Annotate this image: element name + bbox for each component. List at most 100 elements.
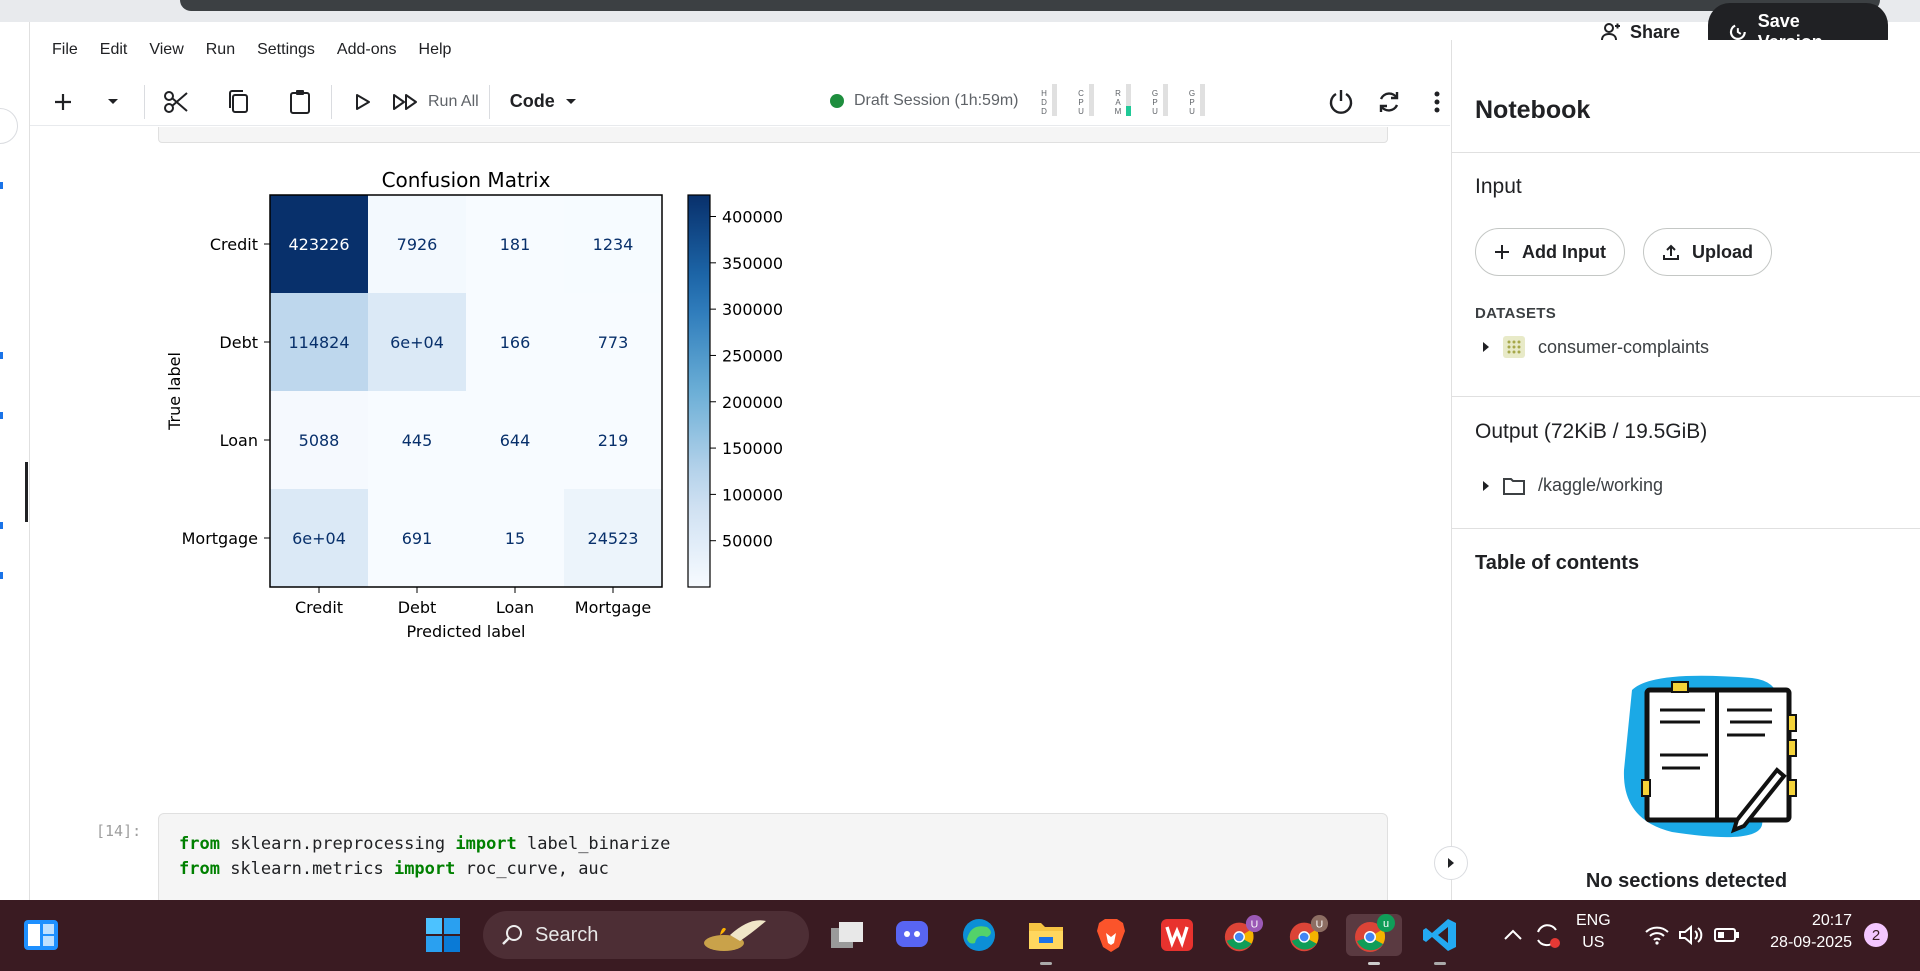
toc-heading: Table of contents: [1475, 552, 1640, 574]
chrome-profile-button[interactable]: U: [1287, 914, 1329, 956]
nav-item-marker[interactable]: [0, 352, 3, 359]
restart-button[interactable]: [1368, 82, 1410, 122]
wps-icon: [1161, 919, 1193, 951]
task-view-icon: [831, 922, 863, 948]
windows-logo-icon: [426, 918, 460, 952]
notebook-content[interactable]: Confusion Matrix 423226 7926 181 1234 114824 6…: [30, 127, 1450, 900]
discord-button[interactable]: [891, 914, 933, 956]
language-indicator[interactable]: ENG US: [1576, 910, 1611, 954]
start-button[interactable]: [422, 914, 464, 956]
panel-collapse-button[interactable]: [1434, 846, 1468, 880]
task-view-button[interactable]: [826, 914, 868, 956]
menu-run[interactable]: Run: [206, 41, 235, 59]
resource-meter: G P U: [1188, 84, 1205, 116]
profile-badge: U: [1251, 918, 1259, 930]
upload-button[interactable]: Upload: [1643, 228, 1772, 276]
no-sections-message: No sections detected: [1585, 870, 1788, 892]
colorbar-tick-label: 400000: [722, 208, 783, 227]
create-button[interactable]: [0, 108, 18, 144]
run-cell-button[interactable]: [342, 82, 384, 122]
nav-item-marker[interactable]: [0, 412, 3, 419]
caret-right-icon: [1483, 480, 1489, 491]
cell-value-label: 24523: [588, 529, 639, 548]
notebook-side-panel: Notebook Input Add Input Upload DATASETS…: [1434, 40, 1920, 900]
menu-help[interactable]: Help: [419, 41, 452, 59]
empty-notebook-illustration: [1612, 660, 1832, 855]
vscode-button[interactable]: [1419, 914, 1461, 956]
resource-meter-track: [1089, 84, 1094, 116]
menu-view[interactable]: View: [149, 41, 183, 59]
menu-bar: File Edit View Run Settings Add-ons Help: [30, 22, 1450, 78]
caret-down-icon: [565, 98, 576, 104]
add-input-label: Add Input: [1522, 241, 1606, 262]
file-explorer-button[interactable]: [1025, 914, 1067, 956]
notification-count-badge[interactable]: 2: [1864, 923, 1888, 947]
copy-icon: [229, 89, 248, 113]
edge-button[interactable]: [958, 914, 1000, 956]
battery-button[interactable]: [1706, 914, 1748, 956]
nav-item-marker[interactable]: [0, 182, 3, 189]
add-input-button[interactable]: Add Input: [1475, 228, 1625, 276]
wps-office-button[interactable]: [1156, 914, 1198, 956]
output-path: /kaggle/working: [1538, 475, 1664, 495]
clock[interactable]: 20:17 28-09-2025: [1760, 910, 1852, 954]
menu-file[interactable]: File: [52, 41, 78, 59]
language-code: ENG: [1576, 912, 1611, 929]
colorbar-tick-label: 150000: [722, 439, 783, 458]
nav-item-marker[interactable]: [0, 572, 3, 579]
code-cell-editor[interactable]: from sklearn.preprocessing import label_…: [158, 813, 1388, 900]
wifi-icon: [1645, 926, 1669, 945]
cell-value-label: 644: [500, 431, 531, 450]
clipboard-icon: [290, 89, 310, 114]
chrome-icon: u: [1355, 914, 1395, 952]
menu-add-ons[interactable]: Add-ons: [337, 41, 397, 59]
taskbar-search[interactable]: Search: [483, 911, 809, 959]
save-version-icon: [1729, 24, 1746, 40]
cell-value-label: 445: [402, 431, 433, 450]
cell-value-label: 6e+04: [292, 529, 346, 548]
sync-status-button[interactable]: [1526, 914, 1568, 956]
chevron-up-icon: [1504, 929, 1522, 940]
nav-item-marker[interactable]: [0, 522, 3, 529]
add-cell-button[interactable]: [42, 82, 84, 122]
y-axis-label: True label: [165, 352, 184, 431]
widgets-icon: [24, 920, 58, 950]
cell-value-label: 15: [505, 529, 525, 548]
session-status[interactable]: Draft Session (1h:59m): [830, 92, 1019, 110]
colorbar-tick-label: 50000: [722, 532, 773, 551]
upload-icon: [1663, 244, 1679, 260]
power-icon: [1329, 90, 1353, 114]
dataset-item[interactable]: consumer-complaints: [1482, 335, 1709, 359]
resource-meters[interactable]: H D DC P UR A MG P UG P U: [1040, 84, 1205, 116]
add-cell-dropdown[interactable]: [92, 82, 134, 122]
menu-edit[interactable]: Edit: [100, 41, 128, 59]
power-button[interactable]: [1320, 82, 1362, 122]
chrome-profile-button[interactable]: U: [1222, 914, 1264, 956]
toolbar-divider: [488, 84, 490, 119]
chrome-profile-button-active[interactable]: u: [1346, 914, 1402, 956]
search-icon: [502, 925, 522, 945]
refresh-icon: [1379, 92, 1399, 112]
previous-code-cell[interactable]: [158, 127, 1388, 143]
brave-lion-icon: [1097, 919, 1125, 952]
colorbar-tick-label: 350000: [722, 254, 783, 273]
widgets-button[interactable]: [20, 914, 62, 956]
brave-button[interactable]: [1090, 914, 1132, 956]
paste-button[interactable]: [279, 82, 321, 122]
cut-button[interactable]: [155, 82, 197, 122]
cell-value-label: 166: [500, 333, 531, 352]
cell-value-label: 7926: [397, 235, 438, 254]
menu-settings[interactable]: Settings: [257, 41, 315, 59]
cell-value-label: 691: [402, 529, 433, 548]
app-running-indicator: [1434, 962, 1446, 965]
resource-meter-track: [1126, 84, 1131, 116]
kaggle-notebook-window: File Edit View Run Settings Add-ons Help…: [0, 0, 1920, 971]
cell-type-select[interactable]: Code: [510, 91, 577, 112]
copy-button[interactable]: [217, 82, 259, 122]
code-keyword: import: [455, 834, 517, 854]
output-folder-item[interactable]: /kaggle/working: [1482, 475, 1663, 496]
cell-type-label: Code: [509, 91, 555, 111]
run-all-button[interactable]: Run All: [392, 93, 479, 111]
toolbar-divider: [331, 84, 332, 119]
notebook-pen-icon: [1623, 675, 1797, 838]
